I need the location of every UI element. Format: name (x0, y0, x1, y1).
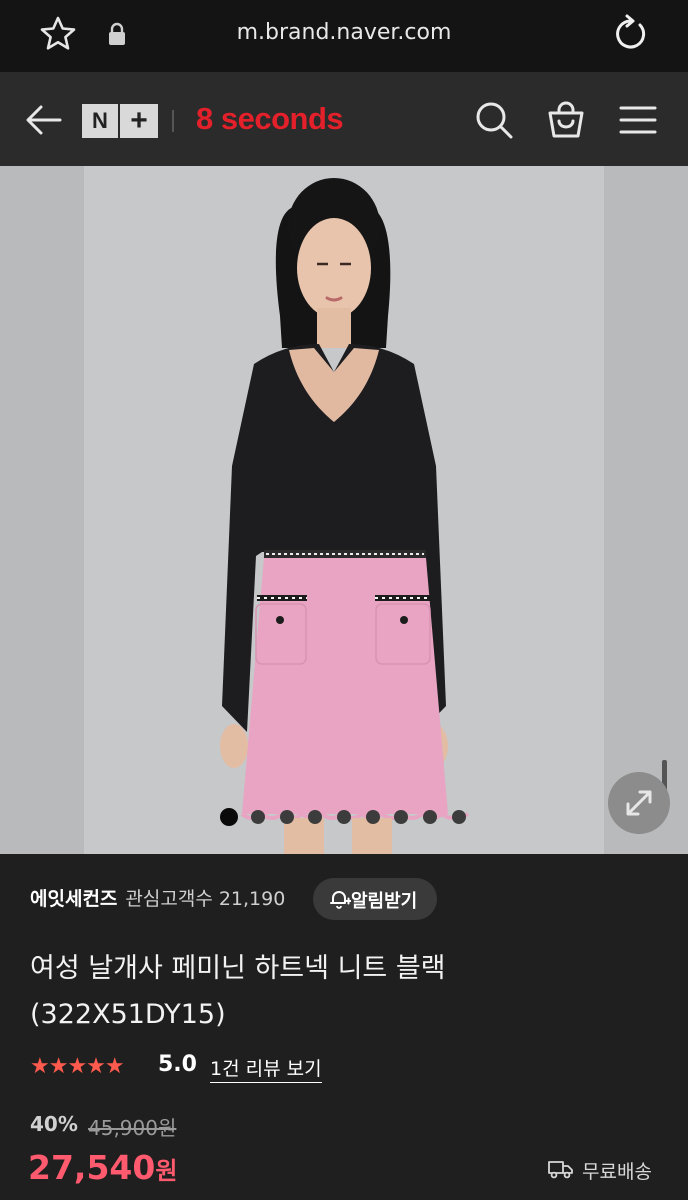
expand-arrows-icon (626, 790, 652, 816)
sale-price-value: 27,540 (28, 1148, 156, 1187)
gallery-dot-7[interactable] (394, 810, 408, 824)
review-link[interactable]: 1건 리뷰 보기 (210, 1054, 322, 1083)
bell-plus-icon (330, 891, 351, 909)
menu-icon[interactable] (618, 100, 658, 140)
rating-score: 5.0 (158, 1052, 197, 1077)
gallery-dot-8[interactable] (423, 810, 437, 824)
delivery-truck-icon (548, 1161, 573, 1179)
search-icon[interactable] (474, 100, 514, 140)
sale-price-unit: 원 (155, 1157, 178, 1185)
naver-plus-logo-n[interactable]: N (82, 104, 118, 138)
gallery-dot-5[interactable] (337, 810, 351, 824)
fans-count: 관심고객수 21,190 (125, 888, 286, 910)
product-image-gallery[interactable] (0, 166, 688, 854)
gallery-dot-6[interactable] (366, 810, 380, 824)
gallery-dot-1[interactable] (220, 808, 238, 826)
store-name[interactable]: 에잇세컨즈 (30, 888, 117, 910)
gallery-dot-4[interactable] (308, 810, 322, 824)
gallery-dot-3[interactable] (280, 810, 294, 824)
gallery-dot-9[interactable] (452, 810, 466, 824)
alarm-label: 알림받기 (351, 891, 418, 912)
reload-icon[interactable] (610, 14, 650, 54)
gallery-pagination (0, 808, 688, 830)
back-arrow-icon[interactable] (24, 102, 64, 138)
product-title-line1: 여성 날개사 페미닌 하트넥 니트 블랙 (30, 953, 446, 984)
sale-price: 27,540원 (28, 1148, 177, 1187)
gallery-prev-peek (0, 166, 84, 854)
alarm-subscribe-button[interactable]: 알림받기 (313, 878, 437, 920)
logo-divider (172, 110, 174, 132)
url-text[interactable]: m.brand.naver.com (0, 20, 688, 45)
product-title: 여성 날개사 페미닌 하트넥 니트 블랙 (322X51DY15) (30, 946, 650, 1038)
store-row: 에잇세컨즈 관심고객수 21,190 (30, 884, 285, 911)
discount-rate: 40% (30, 1112, 78, 1136)
gallery-next-peek (604, 166, 688, 854)
naver-plus-logo-plus[interactable]: + (120, 104, 158, 138)
original-price: 45,900원 (88, 1116, 177, 1140)
shipping-label: 무료배송 (582, 1161, 652, 1183)
shopping-bag-icon[interactable] (546, 100, 586, 140)
gallery-dot-2[interactable] (251, 810, 265, 824)
product-title-line2: (322X51DY15) (30, 999, 226, 1030)
browser-url-bar: m.brand.naver.com (0, 0, 688, 72)
rating-stars: ★★★★★ (30, 1054, 125, 1079)
product-photo (84, 166, 604, 854)
brand-logo[interactable]: 8 seconds (196, 101, 344, 137)
expand-image-button[interactable] (608, 772, 670, 834)
